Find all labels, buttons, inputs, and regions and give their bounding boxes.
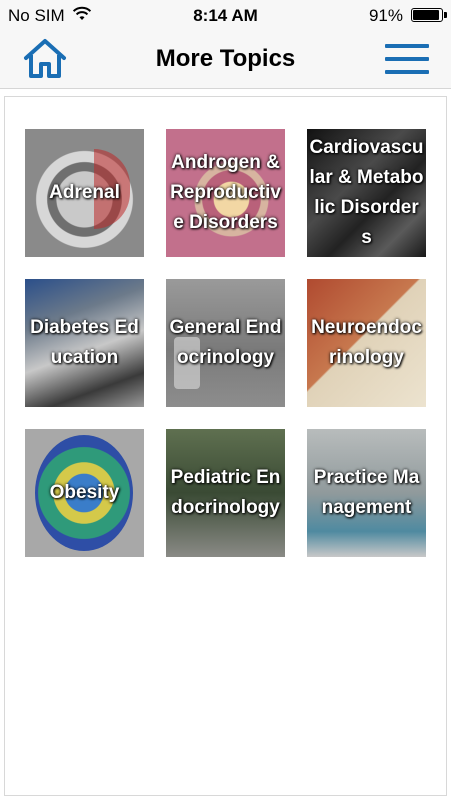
topic-tile-practice-management[interactable]: Practice Management [307,429,426,557]
topic-tile-pediatric-endocrinology[interactable]: Pediatric Endocrinology [166,429,285,557]
battery-percent: 91% [368,6,403,25]
topic-label: Cardiovascular & Metabolic Disorders [309,137,424,248]
topic-tile-cardiovascular-metabolic[interactable]: Cardiovascular & Metabolic Disorders [307,129,426,257]
topic-tile-adrenal[interactable]: Adrenal [25,129,144,257]
topic-tile-obesity[interactable]: Obesity [25,429,144,557]
topic-label: Adrenal [49,182,120,203]
topic-tile-diabetes-education[interactable]: Diabetes Education [25,279,144,407]
topic-label: Androgen & Reproductive Disorders [170,152,281,233]
topic-label: General Endocrinology [169,317,282,368]
topic-tile-neuroendocrinology[interactable]: Neuroendocrinology [307,279,426,407]
battery-cap [444,12,447,18]
topic-label: Obesity [49,482,120,503]
menu-button[interactable] [385,42,429,76]
topics-grid: Adrenal Androgen & Reproductive Disorder… [4,96,447,796]
nav-bar: More Topics [0,30,451,89]
topic-tile-general-endocrinology[interactable]: General Endocrinology [166,279,285,407]
page-title: More Topics [155,45,296,72]
topic-tile-androgen-reproductive[interactable]: Androgen & Reproductive Disorders [166,129,285,257]
topic-label: Diabetes Education [30,317,139,368]
battery-icon [411,8,443,22]
topic-label: Pediatric Endocrinology [170,467,281,518]
status-bar: No SIM 8:14 AM 91% [0,0,451,30]
topic-label: Practice Management [313,467,420,518]
topic-label: Neuroendocrinology [311,317,422,368]
